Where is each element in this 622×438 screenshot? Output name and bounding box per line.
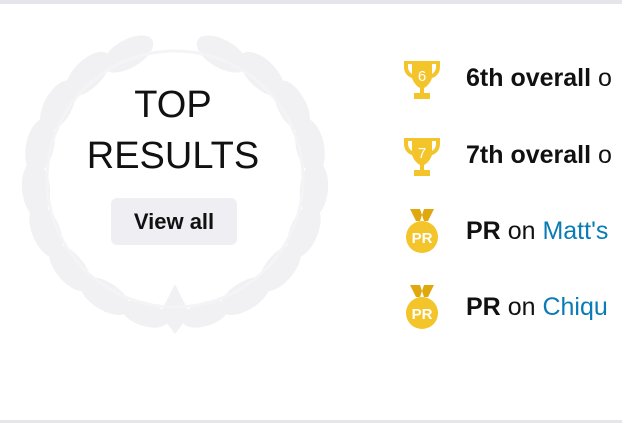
svg-text:6: 6 <box>418 68 426 85</box>
result-item: 7 7th overall o <box>396 130 622 180</box>
result-text: 7th overall o <box>466 141 612 170</box>
result-suffix: on <box>507 292 536 321</box>
segment-link[interactable]: Chiqu <box>542 293 607 321</box>
result-text: PR on Matt's <box>466 217 608 246</box>
trophy-icon: 7 <box>396 130 448 180</box>
widget-title-line1: TOP <box>134 84 212 126</box>
medal-icon: PR <box>396 206 448 256</box>
medal-icon: PR <box>396 282 448 332</box>
view-all-button[interactable]: View all <box>111 198 237 245</box>
result-item: PR PR on Chiqu <box>396 282 622 332</box>
result-suffix: o <box>598 140 612 169</box>
widget-title-line2: RESULTS <box>86 135 260 177</box>
segment-link[interactable]: Matt's <box>542 217 608 245</box>
svg-text:7: 7 <box>418 145 426 162</box>
result-suffix: o <box>598 63 612 92</box>
svg-text:PR: PR <box>412 230 433 247</box>
svg-text:PR: PR <box>412 306 433 323</box>
result-text: PR on Chiqu <box>466 293 608 322</box>
result-text: 6th overall o <box>466 64 612 93</box>
result-rank: 7th overall <box>466 140 592 169</box>
trophy-icon: 6 <box>396 53 448 103</box>
result-item: PR PR on Matt's <box>396 206 622 256</box>
result-suffix: on <box>507 216 536 245</box>
bottom-divider <box>0 420 622 423</box>
result-rank: PR <box>466 292 501 321</box>
result-rank: PR <box>466 216 501 245</box>
top-results-widget: TOP RESULTS View all 6 6th overall o 7 7… <box>0 4 622 420</box>
result-item: 6 6th overall o <box>396 53 622 103</box>
result-rank: 6th overall <box>466 63 592 92</box>
